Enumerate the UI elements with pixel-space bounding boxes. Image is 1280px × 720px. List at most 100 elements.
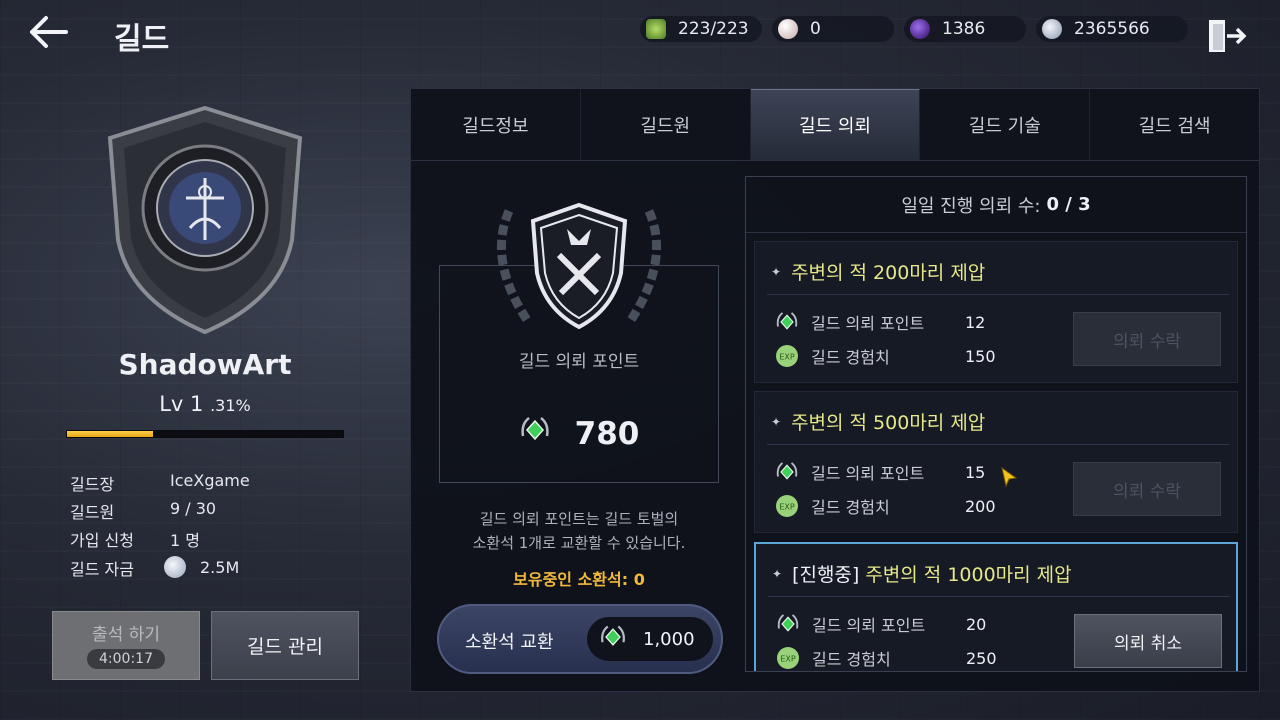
diamond-bullet-icon: ✦ bbox=[771, 265, 782, 279]
tab-bar: 길드정보 길드원 길드 의뢰 길드 기술 길드 검색 bbox=[411, 89, 1259, 161]
quest-title: ✦ 주변의 적 500마리 제압 bbox=[771, 408, 985, 435]
attendance-button[interactable]: 출석 하기 4:00:17 bbox=[52, 611, 200, 680]
top-bar: 길드 223/223 0 1386 2365566 bbox=[0, 0, 1280, 64]
info-label: 길드 자금 bbox=[70, 560, 134, 579]
svg-text:EXP: EXP bbox=[780, 655, 796, 664]
info-value: 1 명 bbox=[170, 531, 200, 550]
svg-text:EXP: EXP bbox=[779, 503, 795, 512]
guild-point-gem-icon bbox=[777, 614, 799, 632]
reward-points: 길드 의뢰 포인트 15 bbox=[775, 460, 985, 484]
info-label: 가입 신청 bbox=[70, 531, 134, 550]
daily-count-label: 일일 진행 의뢰 수: bbox=[901, 195, 1041, 217]
currency-pearl: 0 bbox=[772, 16, 894, 42]
points-label: 길드 의뢰 포인트 bbox=[518, 352, 640, 372]
points-description: 길드 의뢰 포인트는 길드 토벌의 소환석 1개로 교환할 수 있습니다. bbox=[439, 507, 719, 555]
exit-door-icon[interactable] bbox=[1205, 14, 1249, 58]
exp-icon: EXP bbox=[777, 647, 799, 669]
exchange-label: 소환석 교환 bbox=[465, 632, 554, 653]
info-value: 9 / 30 bbox=[170, 499, 217, 518]
quest-title: ✦ 주변의 적 200마리 제압 bbox=[771, 258, 985, 285]
guild-xp-fill bbox=[67, 431, 153, 437]
reward-points: 길드 의뢰 포인트 20 bbox=[776, 612, 986, 636]
daily-count-value: 0 / 3 bbox=[1046, 194, 1091, 215]
exchange-cost-value: 1,000 bbox=[643, 628, 695, 650]
main-panel: 길드정보 길드원 길드 의뢰 길드 기술 길드 검색 길드 의뢰 포인트 780… bbox=[410, 88, 1260, 692]
reward-value: 12 bbox=[965, 312, 986, 332]
quest-card: ✦ 주변의 적 500마리 제압 길드 의뢰 포인트 15 EXP 길드 경험치 … bbox=[754, 391, 1238, 533]
reward-exp: EXP 길드 경험치 250 bbox=[776, 646, 997, 670]
tab-guild-search[interactable]: 길드 검색 bbox=[1090, 89, 1259, 160]
reward-label: 길드 경험치 bbox=[811, 348, 890, 367]
currency-silver: 2365566 bbox=[1036, 16, 1188, 42]
owned-summon-stones: 보유중인 소환석: 0 bbox=[513, 570, 645, 589]
tab-guild-requests[interactable]: 길드 의뢰 bbox=[750, 89, 921, 160]
points-value-row: 780 bbox=[439, 414, 719, 454]
svg-text:EXP: EXP bbox=[779, 353, 795, 362]
guild-point-gem-icon bbox=[599, 623, 627, 656]
cancel-request-button[interactable]: 의뢰 취소 bbox=[1074, 614, 1222, 668]
exp-icon: EXP bbox=[776, 345, 798, 367]
silver-coin-icon bbox=[1042, 19, 1062, 39]
reward-value: 20 bbox=[966, 614, 987, 634]
crossed-swords-shield-icon bbox=[479, 191, 679, 341]
guild-level-label: Lv 1 bbox=[159, 392, 204, 416]
quest-title-text: 주변의 적 500마리 제압 bbox=[791, 412, 986, 434]
pointer-cursor-icon bbox=[1000, 466, 1018, 490]
diamond-bullet-icon: ✦ bbox=[772, 567, 783, 581]
quest-list[interactable]: 일일 진행 의뢰 수: 0 / 3 ✦ 주변의 적 200마리 제압 길드 의뢰 … bbox=[745, 176, 1247, 672]
quest-title-text: 주변의 적 200마리 제압 bbox=[791, 262, 986, 284]
daily-request-count: 일일 진행 의뢰 수: 0 / 3 bbox=[746, 177, 1246, 233]
reward-value: 150 bbox=[965, 346, 996, 366]
guild-point-gem-icon bbox=[776, 312, 798, 330]
purple-orb-icon bbox=[910, 19, 930, 39]
reward-exp: EXP 길드 경험치 150 bbox=[775, 344, 996, 368]
guild-point-gem-icon bbox=[776, 462, 798, 480]
guild-level: Lv 1 .31% bbox=[60, 392, 350, 416]
points-description-line: 소환석 1개로 교환할 수 있습니다. bbox=[472, 534, 686, 552]
reward-label: 길드 의뢰 포인트 bbox=[812, 616, 926, 635]
divider bbox=[767, 294, 1229, 295]
guild-point-gem-icon bbox=[519, 414, 551, 454]
quest-card-active: ✦ [진행중] 주변의 적 1000마리 제압 길드 의뢰 포인트 20 EXP 길… bbox=[754, 542, 1238, 671]
points-value: 780 bbox=[574, 416, 640, 452]
currency-value: 1386 bbox=[942, 19, 986, 39]
guild-name: ShadowArt bbox=[118, 348, 292, 381]
accept-request-button[interactable]: 의뢰 수락 bbox=[1073, 462, 1221, 516]
attendance-timer: 4:00:17 bbox=[87, 649, 165, 669]
points-description-line: 길드 의뢰 포인트는 길드 토벌의 bbox=[479, 510, 679, 528]
guild-manage-button[interactable]: 길드 관리 bbox=[211, 611, 359, 680]
currency-orb: 1386 bbox=[904, 16, 1026, 42]
stamina-icon bbox=[646, 19, 666, 39]
divider bbox=[768, 596, 1230, 597]
tab-guild-skills[interactable]: 길드 기술 bbox=[920, 89, 1091, 160]
currency-value: 0 bbox=[810, 19, 821, 39]
exchange-summon-stone-button[interactable]: 소환석 교환 1,000 bbox=[437, 604, 723, 674]
currency-stamina: 223/223 bbox=[640, 16, 762, 42]
guild-emblem bbox=[100, 100, 310, 340]
tab-guild-members[interactable]: 길드원 bbox=[581, 89, 751, 160]
reward-value: 15 bbox=[965, 462, 986, 482]
reward-value: 200 bbox=[965, 496, 996, 516]
silver-coin-icon bbox=[164, 556, 186, 578]
diamond-bullet-icon: ✦ bbox=[771, 415, 782, 429]
back-arrow-icon[interactable] bbox=[24, 10, 74, 54]
page-title: 길드 bbox=[114, 22, 170, 57]
info-label: 길드원 bbox=[70, 503, 115, 522]
quest-card: ✦ 주변의 적 200마리 제압 길드 의뢰 포인트 12 EXP 길드 경험치 … bbox=[754, 241, 1238, 383]
attendance-label: 출석 하기 bbox=[92, 625, 160, 645]
pearl-icon bbox=[778, 19, 798, 39]
exp-icon: EXP bbox=[776, 495, 798, 517]
reward-label: 길드 의뢰 포인트 bbox=[811, 464, 925, 483]
quest-title: ✦ [진행중] 주변의 적 1000마리 제압 bbox=[772, 560, 1072, 587]
funds-value: 2.5M bbox=[200, 558, 240, 577]
guild-level-percent: .31% bbox=[210, 396, 251, 415]
reward-label: 길드 경험치 bbox=[812, 650, 891, 669]
guild-xp-bar bbox=[66, 430, 344, 438]
currency-value: 2365566 bbox=[1074, 19, 1150, 39]
accept-request-button[interactable]: 의뢰 수락 bbox=[1073, 312, 1221, 366]
tab-guild-info[interactable]: 길드정보 bbox=[411, 89, 581, 160]
info-value: IceXgame bbox=[170, 471, 250, 490]
reward-points: 길드 의뢰 포인트 12 bbox=[775, 310, 985, 334]
currency-value: 223/223 bbox=[678, 19, 749, 39]
reward-label: 길드 경험치 bbox=[811, 498, 890, 517]
